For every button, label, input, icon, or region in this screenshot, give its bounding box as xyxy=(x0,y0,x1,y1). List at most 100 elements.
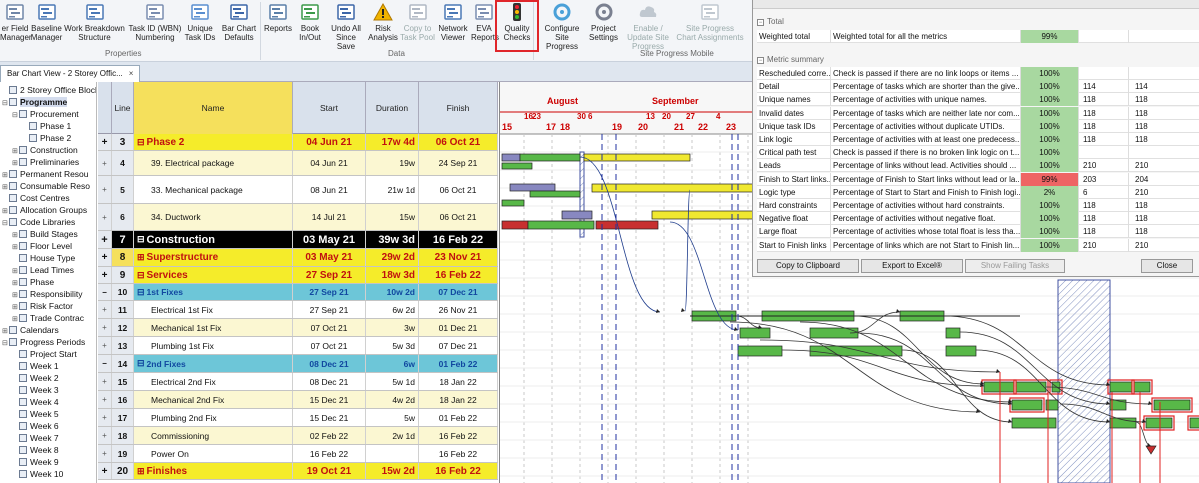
tree-node[interactable]: Week 3 xyxy=(12,384,59,396)
expand-toggle-icon[interactable]: ⊟ xyxy=(12,110,19,122)
row-expand-icon[interactable]: − xyxy=(98,284,112,300)
cell-name[interactable]: 39. Electrical package xyxy=(134,151,293,175)
table-row[interactable]: −10 ⊟ 1st Fixes 27 Sep 21 10w 2d 07 Dec 21 xyxy=(98,284,498,301)
unique-ids-button[interactable]: Unique Task IDs xyxy=(182,0,218,48)
gantt-bar[interactable] xyxy=(651,210,757,220)
cell-name[interactable]: Electrical 2nd Fix xyxy=(134,373,293,390)
summary-toggle-icon[interactable]: ⊟ xyxy=(137,287,145,298)
tree-node[interactable]: ⊞ Trade Contrac xyxy=(12,312,84,324)
header-name[interactable]: Name xyxy=(134,82,293,134)
close-icon[interactable]: × xyxy=(129,69,134,78)
row-expand-icon[interactable]: + xyxy=(98,134,112,150)
table-row[interactable]: +19 Power On 16 Feb 22 16 Feb 22 xyxy=(98,445,498,463)
tree-node[interactable]: Project Start xyxy=(12,348,77,360)
field-manager-button[interactable]: er Field Manager xyxy=(0,0,32,48)
gantt-bar[interactable] xyxy=(501,199,525,207)
metric-row[interactable]: Critical path test Check is passed if the… xyxy=(757,146,1199,160)
gantt-bar[interactable] xyxy=(519,153,581,162)
gantt-bar[interactable] xyxy=(983,381,1015,393)
summary-toggle-icon[interactable]: ⊟ xyxy=(137,234,145,245)
row-expand-icon[interactable]: + xyxy=(98,151,112,175)
header-line[interactable]: Line xyxy=(112,82,134,134)
cell-name[interactable]: Power On xyxy=(134,445,293,462)
metric-summary-section[interactable]: − Metric summary xyxy=(757,55,824,64)
cell-name[interactable]: 34. Ductwork xyxy=(134,204,293,230)
header-duration[interactable]: Duration xyxy=(366,82,419,134)
row-expand-icon[interactable]: + xyxy=(98,319,112,336)
tree-node[interactable]: Week 9 xyxy=(12,456,59,468)
tree-node[interactable]: Week 6 xyxy=(12,420,59,432)
gantt-bar[interactable] xyxy=(509,183,556,192)
gantt-bar[interactable] xyxy=(739,327,771,339)
gantt-bar[interactable] xyxy=(1189,417,1199,429)
table-row[interactable]: +4 39. Electrical package 04 Jun 21 19w 24 S… xyxy=(98,151,498,176)
total-section[interactable]: − Total xyxy=(757,17,784,26)
metric-row[interactable]: Rescheduled corre... Check is passed if t… xyxy=(757,67,1199,80)
cell-name[interactable]: Commissioning xyxy=(134,427,293,444)
tree-node[interactable]: Week 4 xyxy=(12,396,59,408)
summary-toggle-icon[interactable]: ⊟ xyxy=(137,137,145,148)
gear-button[interactable]: Project Settings xyxy=(587,0,620,48)
gantt-bar[interactable] xyxy=(945,327,961,339)
eva-button[interactable]: EVA Reports xyxy=(471,0,499,48)
cell-name[interactable]: 33. Mechanical package xyxy=(134,176,293,203)
tree-node[interactable]: Week 2 xyxy=(12,372,59,384)
table-row[interactable]: +9 ⊟ Services 27 Sep 21 18w 3d 16 Feb 22 xyxy=(98,267,498,284)
table-row[interactable]: +16 Mechanical 2nd Fix 15 Dec 21 4w 2d 18 Ja… xyxy=(98,391,498,409)
tree-node[interactable]: ⊟ Code Libraries xyxy=(2,216,75,228)
summary-toggle-icon[interactable]: ⊟ xyxy=(137,358,145,369)
gantt-bar[interactable] xyxy=(1015,381,1047,393)
gantt-bar[interactable] xyxy=(501,162,533,170)
gantt-bar[interactable] xyxy=(595,220,659,230)
cell-name[interactable]: ⊞ Finishes xyxy=(134,463,293,479)
metric-row[interactable]: Finish to Start links... Percentage of Fi… xyxy=(757,172,1199,186)
gantt-bar[interactable] xyxy=(737,345,783,357)
table-row[interactable]: +5 33. Mechanical package 08 Jun 21 21w 1d 0… xyxy=(98,176,498,204)
tree-node[interactable]: ⊞ Floor Level xyxy=(12,240,72,252)
table-row[interactable]: +13 Plumbing 1st Fix 07 Oct 21 5w 3d 07 Dec … xyxy=(98,337,498,355)
cell-name[interactable]: ⊟ 1st Fixes xyxy=(134,284,293,300)
tree-node[interactable]: Week 8 xyxy=(12,444,59,456)
metric-row[interactable]: Negative float Percentage of activities w… xyxy=(757,212,1199,226)
table-row[interactable]: +15 Electrical 2nd Fix 08 Dec 21 5w 1d 18 Ja… xyxy=(98,373,498,391)
tree-node[interactable]: ⊞ Permanent Resou xyxy=(2,168,89,180)
tree-node[interactable]: ⊞ Responsibility xyxy=(12,288,82,300)
close-button[interactable]: Close xyxy=(1141,259,1193,273)
tree-node[interactable]: ⊞ Risk Factor xyxy=(12,300,73,312)
table-row[interactable]: +8 ⊞ Superstructure 03 May 21 29w 2d 23 Nov 2… xyxy=(98,249,498,267)
cell-name[interactable]: ⊟ Services xyxy=(134,267,293,283)
gantt-bar[interactable] xyxy=(1109,381,1133,393)
row-expand-icon[interactable]: + xyxy=(98,463,112,479)
milestone-diamond[interactable] xyxy=(1145,445,1157,455)
gantt-bar[interactable] xyxy=(583,153,691,162)
gantt-bar[interactable] xyxy=(1145,417,1173,429)
numbering-button[interactable]: Task ID (WBN) Numbering xyxy=(128,0,182,48)
wbs-button[interactable]: Work Breakdown Structure xyxy=(63,0,126,48)
tree-node[interactable]: ⊞ Build Stages xyxy=(12,228,78,240)
metric-row[interactable]: Hard constraints Percentage of activities… xyxy=(757,199,1199,212)
table-row[interactable]: −14 ⊟ 2nd Fixes 08 Dec 21 6w 01 Feb 22 xyxy=(98,355,498,373)
gantt-bar[interactable] xyxy=(1133,381,1151,393)
metric-row[interactable]: Invalid dates Percentage of tasks which a… xyxy=(757,106,1199,120)
summary-toggle-icon[interactable]: ⊟ xyxy=(137,270,145,281)
row-expand-icon[interactable]: + xyxy=(98,391,112,408)
tree-node[interactable]: ⊟ Progress Periods xyxy=(2,336,85,348)
copy-to-clipboard-button[interactable]: Copy to Clipboard xyxy=(757,259,859,273)
gantt-bar[interactable] xyxy=(1011,399,1043,411)
tree-node[interactable]: Week 10 xyxy=(12,468,63,480)
table-row[interactable]: +7 ⊟ Construction 03 May 21 39w 3d 16 Feb 22 xyxy=(98,231,498,249)
gantt-bar[interactable] xyxy=(1153,399,1191,411)
summary-toggle-icon[interactable]: ⊞ xyxy=(137,466,145,477)
tree-node[interactable]: ⊞ Preliminaries xyxy=(12,156,79,168)
cell-name[interactable]: Plumbing 1st Fix xyxy=(134,337,293,354)
tree-node[interactable]: ⊞ Allocation Groups xyxy=(2,204,87,216)
expand-toggle-icon[interactable]: ⊟ xyxy=(2,338,9,350)
row-expand-icon[interactable]: + xyxy=(98,373,112,390)
cell-name[interactable]: Plumbing 2nd Fix xyxy=(134,409,293,426)
gantt-bar[interactable] xyxy=(501,220,529,230)
table-row[interactable]: +3 ⊟ Phase 2 04 Jun 21 17w 4d 06 Oct 21 xyxy=(98,134,498,151)
tree-node[interactable]: Week 7 xyxy=(12,432,59,444)
cell-name[interactable]: ⊟ 2nd Fixes xyxy=(134,355,293,372)
tree-node[interactable]: ⊞ Phase xyxy=(12,276,54,288)
tree-node[interactable]: ⊟ Procurement xyxy=(12,108,79,120)
